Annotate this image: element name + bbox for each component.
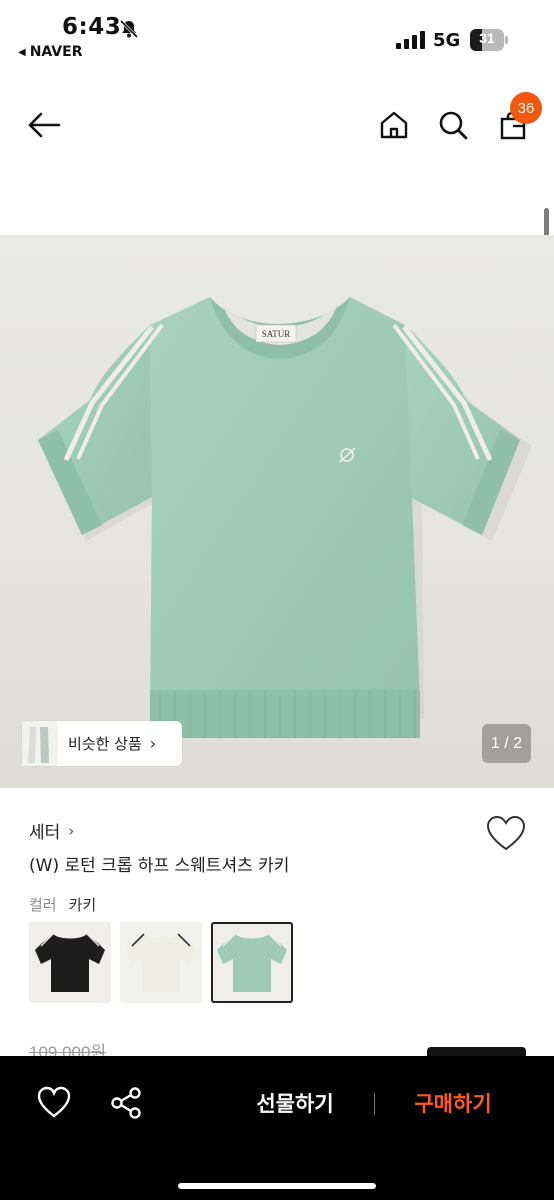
cart-count-badge: 36 bbox=[510, 92, 542, 124]
status-time: 6:43 bbox=[62, 14, 122, 40]
signal-icon bbox=[396, 31, 425, 49]
similar-products-button[interactable]: 비슷한 상품 › bbox=[22, 721, 182, 766]
chevron-right-icon: › bbox=[149, 734, 157, 753]
category-link[interactable]: 세터 › bbox=[29, 818, 75, 844]
arrow-left-icon bbox=[28, 112, 61, 138]
status-bar: 6:43 ◀ NAVER 5G 31 bbox=[0, 0, 554, 66]
color-label: 컬러 bbox=[29, 896, 57, 914]
black-sweatshirt-thumbnail bbox=[29, 922, 111, 1003]
back-triangle-icon: ◀ bbox=[18, 46, 26, 58]
product-image[interactable]: SATUR bbox=[0, 235, 554, 788]
chevron-right-icon: › bbox=[68, 821, 75, 840]
neck-label-text: SATUR bbox=[262, 329, 291, 339]
search-icon bbox=[439, 111, 468, 140]
search-button[interactable] bbox=[433, 105, 473, 145]
mint-sweatshirt-thumbnail bbox=[213, 924, 291, 1001]
battery-icon: 31 bbox=[470, 29, 508, 51]
gift-button[interactable]: 선물하기 bbox=[220, 1080, 370, 1126]
network-type: 5G bbox=[433, 30, 461, 51]
sweatshirt-illustration: SATUR bbox=[38, 297, 532, 738]
heart-icon[interactable] bbox=[486, 815, 526, 853]
color-value: 카키 bbox=[68, 896, 97, 914]
cream-sweatshirt-thumbnail bbox=[120, 922, 202, 1003]
swatch-cream[interactable] bbox=[120, 922, 202, 1003]
home-button[interactable] bbox=[374, 105, 414, 145]
share-icon[interactable] bbox=[108, 1085, 144, 1121]
similar-products-label: 비슷한 상품 bbox=[68, 735, 142, 753]
image-page-indicator: 1 / 2 bbox=[482, 724, 531, 763]
back-button[interactable] bbox=[24, 105, 64, 145]
color-row: 컬러 카키 bbox=[29, 894, 96, 915]
swatch-mint[interactable] bbox=[211, 922, 293, 1003]
product-name: (W) 로턴 크롭 하프 스웨트셔츠 카키 bbox=[29, 856, 290, 876]
divider bbox=[374, 1093, 375, 1115]
buy-button[interactable]: 구매하기 bbox=[380, 1080, 526, 1126]
home-icon bbox=[380, 111, 408, 139]
header bbox=[0, 90, 554, 160]
home-indicator[interactable] bbox=[178, 1183, 376, 1189]
battery-level: 31 bbox=[479, 30, 495, 46]
color-swatches bbox=[29, 922, 293, 1003]
bottom-action-bar: 선물하기 구매하기 bbox=[0, 1056, 554, 1200]
back-app-label: NAVER bbox=[29, 44, 83, 60]
back-to-app[interactable]: ◀ NAVER bbox=[18, 44, 82, 60]
swatch-black[interactable] bbox=[29, 922, 111, 1003]
similar-products-thumbnail bbox=[22, 721, 58, 766]
category-label: 세터 bbox=[29, 823, 61, 843]
heart-icon[interactable] bbox=[36, 1085, 72, 1121]
bell-muted-icon bbox=[119, 19, 139, 39]
